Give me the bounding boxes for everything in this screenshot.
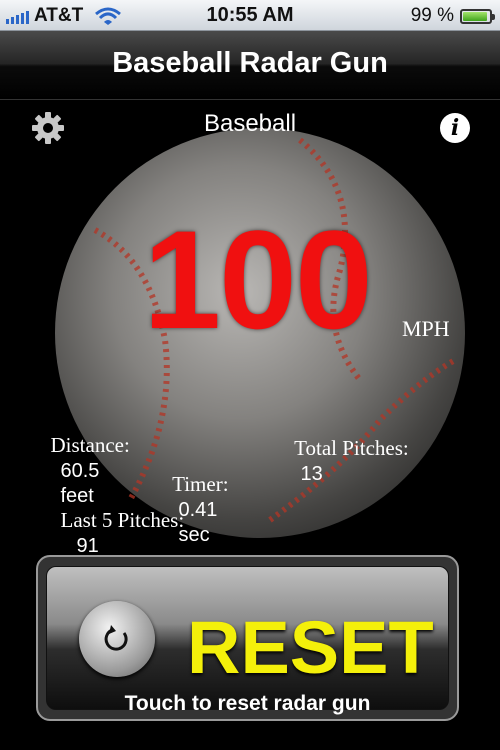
total-pitches-row: Total Pitches: 13 <box>284 411 409 486</box>
timer-value: 0.41 <box>178 499 218 521</box>
info-icon[interactable]: i <box>440 113 470 143</box>
reset-button[interactable]: RESET Touch to reset radar gun <box>36 555 459 721</box>
speed-reading: 100 <box>143 201 373 358</box>
reset-circle <box>79 601 155 677</box>
distance-label: Distance: <box>50 433 130 457</box>
sport-title: Baseball <box>203 110 297 137</box>
distance-value: 60.5 <box>60 460 100 482</box>
total-pitches-label: Total Pitches: <box>294 436 409 460</box>
reset-label: RESET <box>187 606 434 689</box>
total-pitches-value: 13 <box>300 463 323 485</box>
reset-caption: Touch to reset radar gun <box>124 692 371 715</box>
speed-unit: MPH <box>402 316 450 341</box>
last-pitch-1: 91 <box>76 535 99 557</box>
last-pitches-label: Last 5 Pitches: <box>60 508 185 532</box>
reset-button-face: RESET Touch to reset radar gun <box>46 566 449 715</box>
refresh-icon <box>104 625 128 651</box>
